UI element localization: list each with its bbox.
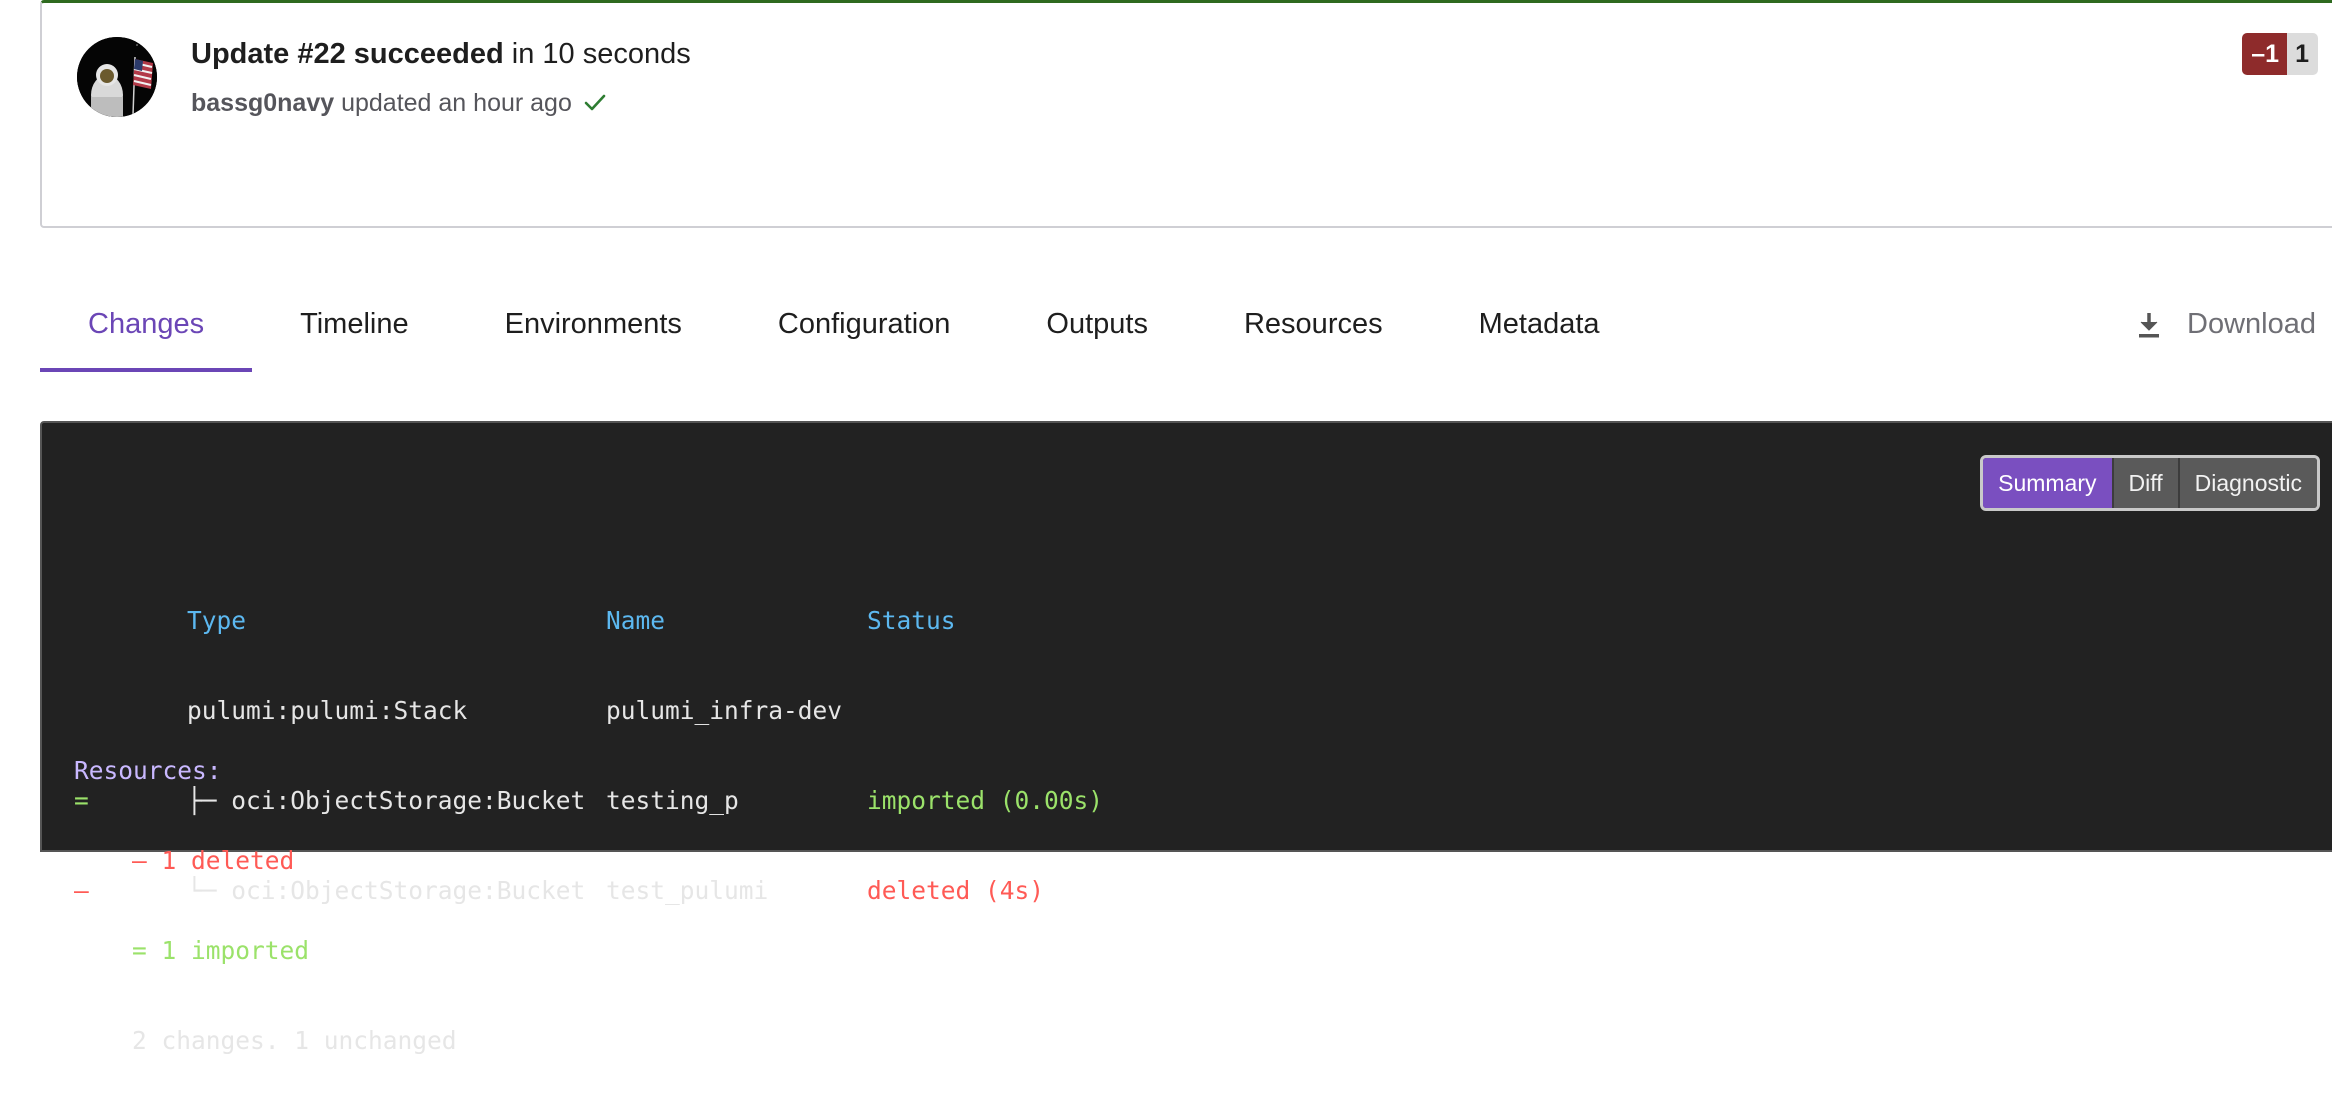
resources-deleted: – 1 deleted [132, 846, 295, 875]
update-title-strong: Update #22 succeeded [191, 38, 504, 70]
row-name: testing_p [606, 786, 739, 815]
row-name: test_pulumi [606, 876, 769, 905]
unchanged-count-badge: 1 [2287, 33, 2318, 75]
resources-label: Resources: [74, 756, 222, 785]
view-diagnostic-button[interactable]: Diagnostic [2177, 458, 2317, 508]
tab-changes[interactable]: Changes [40, 282, 253, 372]
tab-timeline[interactable]: Timeline [252, 282, 457, 372]
tab-environments[interactable]: Environments [457, 282, 730, 372]
resources-imported: = 1 imported [132, 936, 310, 965]
col-header-name: Name [606, 606, 666, 635]
row-status: imported (0.00s) [867, 786, 1104, 815]
check-icon [584, 94, 606, 112]
col-header-status: Status [867, 606, 956, 635]
change-count-badges: –1 1 [2242, 33, 2318, 75]
update-title: Update #22 succeeded in 10 seconds [191, 34, 691, 74]
update-time: updated an hour ago [341, 89, 572, 117]
deleted-count-badge: –1 [2242, 33, 2288, 75]
resources-change-summary: 2 changes. 1 unchanged [132, 1026, 457, 1055]
user-avatar[interactable] [77, 37, 157, 117]
console-output: Type Name Status pulumi:pulumi:Stack pul… [74, 546, 1103, 1055]
astronaut-flag-avatar-icon [77, 37, 157, 117]
row-status: deleted (4s) [867, 876, 1045, 905]
update-tabs: Changes Timeline Environments Configurat… [40, 282, 1648, 372]
view-summary-button[interactable]: Summary [1983, 458, 2112, 508]
update-title-duration: in 10 seconds [503, 38, 691, 70]
update-subtitle: bassg0navy updated an hour ago [191, 85, 606, 121]
update-user[interactable]: bassg0navy [191, 85, 334, 121]
update-card: Update #22 succeeded in 10 seconds bassg… [40, 0, 2332, 228]
console-header-row: Type Name Status [74, 606, 956, 636]
row-name: pulumi_infra-dev [606, 696, 843, 725]
download-label: Download [2187, 308, 2316, 340]
tab-configuration[interactable]: Configuration [730, 282, 999, 372]
col-header-type: Type [187, 606, 247, 635]
changes-console-panel: Summary Diff Diagnostic Type Name Status… [40, 421, 2332, 1055]
view-mode-toggle: Summary Diff Diagnostic [1980, 455, 2320, 511]
resources-summary: Resources: – 1 deleted = 1 imported 2 ch… [74, 696, 457, 1116]
tab-outputs[interactable]: Outputs [998, 282, 1196, 372]
tab-resources[interactable]: Resources [1196, 282, 1431, 372]
view-diff-button[interactable]: Diff [2111, 458, 2178, 508]
download-button[interactable]: Download [2137, 308, 2316, 341]
download-icon [2137, 311, 2161, 339]
tab-metadata[interactable]: Metadata [1431, 282, 1648, 372]
